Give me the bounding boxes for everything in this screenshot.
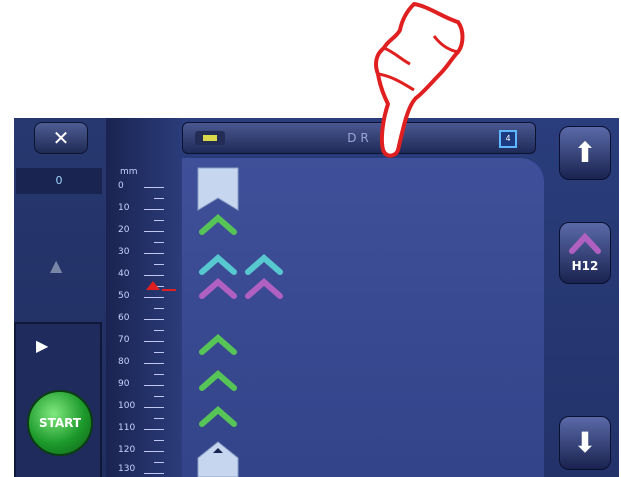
tools-button[interactable]: ✕	[34, 122, 88, 154]
tick-label: 20	[118, 225, 130, 235]
tick-label: 50	[118, 291, 130, 301]
chevron-green-icon[interactable]	[199, 370, 237, 391]
warning-icon: ▲	[50, 256, 63, 275]
tick-label: 10	[118, 203, 130, 213]
h12-label: H12	[571, 259, 599, 273]
ruler-tick	[154, 440, 164, 441]
ruler-tick	[144, 231, 164, 232]
play-icon[interactable]: ▶	[36, 336, 48, 355]
ruler-tick	[144, 451, 164, 452]
chevron-green-icon[interactable]	[199, 214, 237, 235]
tool-stack-area	[182, 158, 544, 477]
tick-label: 60	[118, 313, 130, 323]
chevron-cyan-icon[interactable]	[245, 254, 283, 275]
ruler-tick	[144, 209, 164, 210]
top-tool-icon[interactable]	[197, 167, 239, 211]
ruler-tick	[144, 473, 164, 474]
chevron-green-icon[interactable]	[199, 334, 237, 355]
ruler-tick	[154, 220, 164, 221]
h12-button[interactable]: H12	[559, 222, 611, 284]
ruler-tick	[154, 308, 164, 309]
chevron-green-icon[interactable]	[199, 406, 237, 427]
tools-icon: ✕	[52, 126, 70, 150]
ruler-tick	[154, 418, 164, 419]
left-panel: ✕ 0 ▲ ▶ START	[14, 118, 106, 477]
ruler-tick	[144, 319, 164, 320]
folder-button[interactable]	[195, 131, 225, 145]
ruler-tick	[144, 385, 164, 386]
start-button[interactable]: START	[27, 390, 93, 456]
screen: ✕ 0 ▲ ▶ START mm 0 10 20 30 40 50 60 70 …	[14, 118, 619, 477]
count-badge[interactable]: 4	[499, 130, 517, 148]
chevron-cyan-icon[interactable]	[199, 254, 237, 275]
tick-label: 40	[118, 269, 130, 279]
ruler-tick	[144, 297, 164, 298]
scroll-up-button[interactable]: ⬆	[559, 126, 611, 180]
tick-label: 110	[118, 423, 136, 433]
arrow-down-icon: ⬇	[573, 426, 597, 459]
ruler-unit: mm	[120, 167, 138, 177]
chevron-purple-icon[interactable]	[245, 278, 283, 299]
tick-label: 70	[118, 335, 130, 345]
tick-label: 90	[118, 379, 130, 389]
ruler-tick	[154, 264, 164, 265]
ruler-tick	[154, 330, 164, 331]
ruler-tick	[144, 429, 164, 430]
ruler-tick	[144, 363, 164, 364]
tick-label: 100	[118, 401, 136, 411]
ruler-tick	[144, 253, 164, 254]
ruler-tick	[154, 462, 164, 463]
ruler-tick	[144, 341, 164, 342]
tool-stack	[197, 167, 283, 477]
counter-display: 0	[16, 168, 102, 194]
ruler: mm 0 10 20 30 40 50 60 70 80 90 100 110 …	[106, 118, 182, 477]
ruler-tick	[144, 275, 164, 276]
position-marker-line	[162, 289, 176, 291]
position-marker-icon[interactable]	[146, 281, 160, 290]
ruler-tick	[144, 187, 164, 188]
ruler-tick	[144, 407, 164, 408]
tick-label: 130	[118, 464, 136, 474]
arrow-up-icon: ⬆	[573, 136, 597, 169]
tick-label: 120	[118, 445, 136, 455]
ruler-tick	[154, 198, 164, 199]
scroll-down-button[interactable]: ⬇	[559, 416, 611, 470]
ruler-tick	[154, 396, 164, 397]
ruler-tick	[154, 374, 164, 375]
chevron-purple-icon	[569, 232, 601, 254]
chevron-purple-icon[interactable]	[199, 278, 237, 299]
bottom-tool-icon[interactable]	[197, 441, 239, 477]
pointing-hand-icon	[374, 2, 465, 158]
ruler-tick	[154, 352, 164, 353]
tick-label: 0	[118, 181, 124, 191]
tick-label: 30	[118, 247, 130, 257]
tick-label: 80	[118, 357, 130, 367]
ruler-tick	[154, 242, 164, 243]
